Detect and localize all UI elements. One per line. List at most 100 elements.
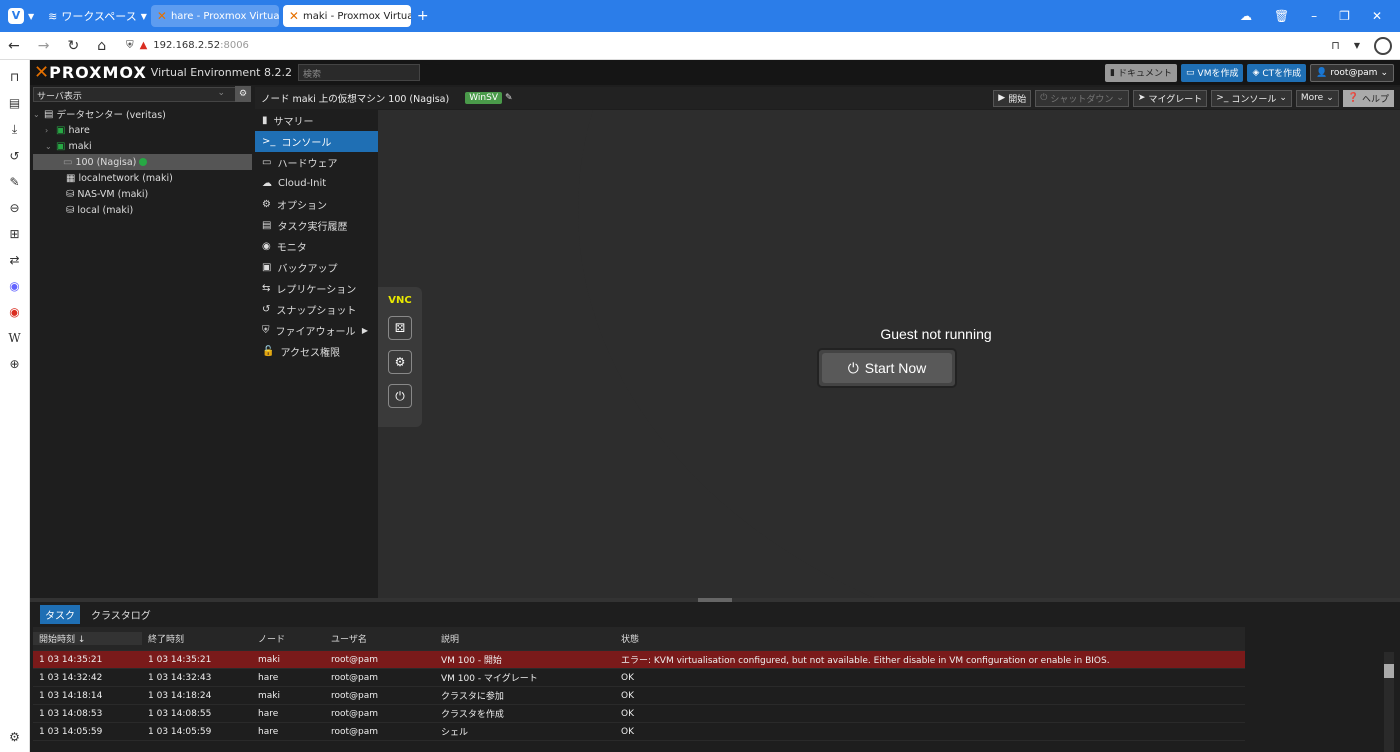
tab-cluster-log[interactable]: クラスタログ (86, 605, 156, 624)
vivaldi-icon[interactable]: ◉ (9, 305, 19, 319)
column-header-node[interactable]: ノード (252, 632, 325, 645)
settings-gear-icon[interactable]: ⚙ (388, 350, 412, 374)
tab-tasks[interactable]: タスク (40, 605, 80, 624)
table-row[interactable]: 1 03 14:18:14 1 03 14:18:24 maki root@pa… (33, 687, 1245, 705)
tree-node-vm-100[interactable]: ▭ 100 (Nagisa) (33, 154, 252, 170)
scrollbar-thumb[interactable] (1384, 664, 1394, 678)
search-input[interactable]: 検索 (297, 64, 420, 81)
more-button[interactable]: More ⌄ (1295, 89, 1339, 107)
column-header-start[interactable]: 開始時刻 ↓ (33, 632, 142, 645)
vnc-console[interactable]: VNC ⚄ ⚙ ⏻ Guest not running ⏻ Start Now (378, 110, 1400, 598)
start-button[interactable]: ▶ 開始 (993, 89, 1032, 107)
back-icon[interactable]: ← (8, 38, 20, 54)
documentation-button[interactable]: ▮ ドキュメント (1105, 63, 1178, 82)
translate-icon[interactable]: ⊞ (9, 227, 19, 241)
column-header-description[interactable]: 説明 (435, 632, 615, 645)
migrate-button[interactable]: ➤ マイグレート (1132, 89, 1208, 107)
menu-item-permissions[interactable]: 🔓 アクセス権限 (255, 341, 378, 362)
table-row[interactable]: 1 03 14:32:42 1 03 14:32:43 hare root@pa… (33, 669, 1245, 687)
column-header-user[interactable]: ユーザ名 (325, 632, 435, 645)
tree-node-hare[interactable]: › ▣ hare (33, 122, 252, 138)
storage-icon: ⛁ (66, 204, 75, 216)
column-header-end[interactable]: 終了時刻 (142, 632, 252, 645)
view-selector[interactable]: サーバ表示 ⌄ (33, 87, 250, 102)
menu-item-replication[interactable]: ⇆ レプリケーション (255, 278, 378, 299)
settings-icon[interactable]: ⚙ (9, 730, 20, 744)
edit-tags-icon[interactable]: ✎ (505, 93, 513, 103)
vnc-logo[interactable]: VNC (388, 295, 411, 306)
profile-avatar[interactable] (1374, 36, 1392, 55)
task-table: 開始時刻 ↓ 終了時刻 ノード ユーザ名 説明 状態 1 03 14:35:21… (33, 627, 1245, 741)
vm-tag-badge[interactable]: WinSV (465, 92, 502, 104)
collapse-icon[interactable]: ⌄ (45, 142, 53, 151)
tree-node-nas-vm[interactable]: ⛁ NAS-VM (maki) (33, 186, 252, 202)
minimize-icon[interactable]: – (1311, 9, 1317, 23)
create-ct-label: CTを作成 (1262, 69, 1302, 79)
tree-node-localnetwork[interactable]: ▦ localnetwork (maki) (33, 170, 252, 186)
restore-icon[interactable]: ❐ (1339, 9, 1350, 23)
table-row[interactable]: 1 03 14:05:59 1 03 14:05:59 hare root@pa… (33, 723, 1245, 741)
menu-item-cloud-init[interactable]: ☁ Cloud-Init (255, 173, 378, 194)
menu-item-firewall[interactable]: ⛨ ファイアウォール ▶ (255, 320, 378, 341)
cloud-icon[interactable]: ☁ (1240, 9, 1252, 23)
sync-icon[interactable]: ⇄ (9, 253, 19, 267)
downloads-icon[interactable]: ⤓ (12, 122, 17, 137)
history-icon[interactable]: ↺ (9, 149, 19, 163)
tree-node-label: hare (68, 124, 90, 136)
trash-icon[interactable]: 🗑 (1274, 9, 1289, 23)
tree-node-datacenter[interactable]: ⌄ ▤ データセンター (veritas) (33, 106, 252, 122)
bookmark-icon[interactable]: ⊓ (1331, 39, 1340, 52)
tab-maki[interactable]: ✕ maki - Proxmox Virtual Env (282, 5, 411, 27)
tree-node-maki[interactable]: ⌄ ▣ maki (33, 138, 252, 154)
expand-icon[interactable]: › (45, 126, 53, 135)
new-tab-icon[interactable]: + (417, 8, 429, 24)
menu-item-monitor[interactable]: ◉ モニタ (255, 236, 378, 257)
url-port: :8006 (220, 40, 249, 51)
menu-item-snapshots[interactable]: ↺ スナップショット (255, 299, 378, 320)
menu-caret-icon[interactable]: ▼ (28, 12, 34, 21)
monitor-icon: ▭ (1186, 67, 1195, 78)
tab-hare[interactable]: ✕ hare - Proxmox Virtual Env (150, 5, 279, 27)
table-row[interactable]: 1 03 14:35:21 1 03 14:35:21 maki root@pa… (33, 651, 1245, 669)
help-button[interactable]: ❓ ヘルプ (1342, 89, 1394, 107)
home-icon[interactable]: ⌂ (97, 38, 106, 54)
menu-item-hardware[interactable]: ▭ ハードウェア (255, 152, 378, 173)
table-row[interactable]: 1 03 14:08:53 1 03 14:08:55 hare root@pa… (33, 705, 1245, 723)
menu-item-summary[interactable]: ▮ サマリー (255, 110, 378, 131)
tree-settings-gear-icon[interactable]: ⚙ (235, 86, 251, 102)
workspace-button[interactable]: ≋ ワークスペース ▼ (48, 8, 147, 24)
expand-arrow-icon[interactable]: ▶ (362, 326, 368, 335)
column-header-status[interactable]: 状態 (615, 632, 1245, 645)
url-host: 192.168.2.52 (153, 40, 221, 51)
user-menu-button[interactable]: 👤 root@pam ⌄ (1310, 63, 1394, 82)
notes-icon[interactable]: ✎ (9, 175, 19, 189)
console-button[interactable]: >_ コンソール ⌄ (1211, 89, 1292, 107)
chevron-down-icon: ⌄ (1380, 67, 1388, 78)
create-vm-button[interactable]: ▭ VMを作成 (1181, 63, 1244, 82)
vivaldi-logo-icon[interactable]: V (8, 8, 24, 24)
mastodon-icon[interactable]: ◉ (9, 279, 19, 293)
wikipedia-icon[interactable]: W (8, 331, 20, 345)
extra-keys-icon[interactable]: ⚄ (388, 316, 412, 340)
reading-list-icon[interactable]: ▤ (9, 96, 20, 110)
background-shape (578, 110, 1400, 598)
url-field[interactable]: ⛨ ▲ 192.168.2.52:8006 (126, 40, 249, 51)
menu-item-options[interactable]: ⚙ オプション (255, 194, 378, 215)
window-panel-icon[interactable]: ⊖ (9, 201, 19, 215)
menu-item-console[interactable]: >_ コンソール (255, 131, 378, 152)
bookmarks-panel-icon[interactable]: ⊓ (10, 70, 19, 84)
tree-node-local[interactable]: ⛁ local (maki) (33, 202, 252, 218)
start-now-button[interactable]: ⏻ Start Now (817, 348, 957, 388)
reload-icon[interactable]: ↻ (67, 38, 79, 54)
create-ct-button[interactable]: ◈ CTを作成 (1247, 63, 1307, 82)
forward-icon[interactable]: → (38, 38, 50, 54)
shutdown-button[interactable]: ⏻ シャットダウン ⌄ (1035, 89, 1129, 107)
add-panel-icon[interactable]: ⊕ (9, 357, 19, 371)
collapse-icon[interactable]: ⌄ (33, 110, 41, 119)
close-window-icon[interactable]: ✕ (1372, 9, 1382, 23)
power-icon[interactable]: ⏻ (388, 384, 412, 408)
menu-item-task-history[interactable]: ▤ タスク実行履歴 (255, 215, 378, 236)
menu-item-backup[interactable]: ▣ バックアップ (255, 257, 378, 278)
shutdown-label: シャットダウン (1050, 94, 1114, 105)
chevron-down-icon[interactable]: ▼ (1354, 41, 1360, 50)
